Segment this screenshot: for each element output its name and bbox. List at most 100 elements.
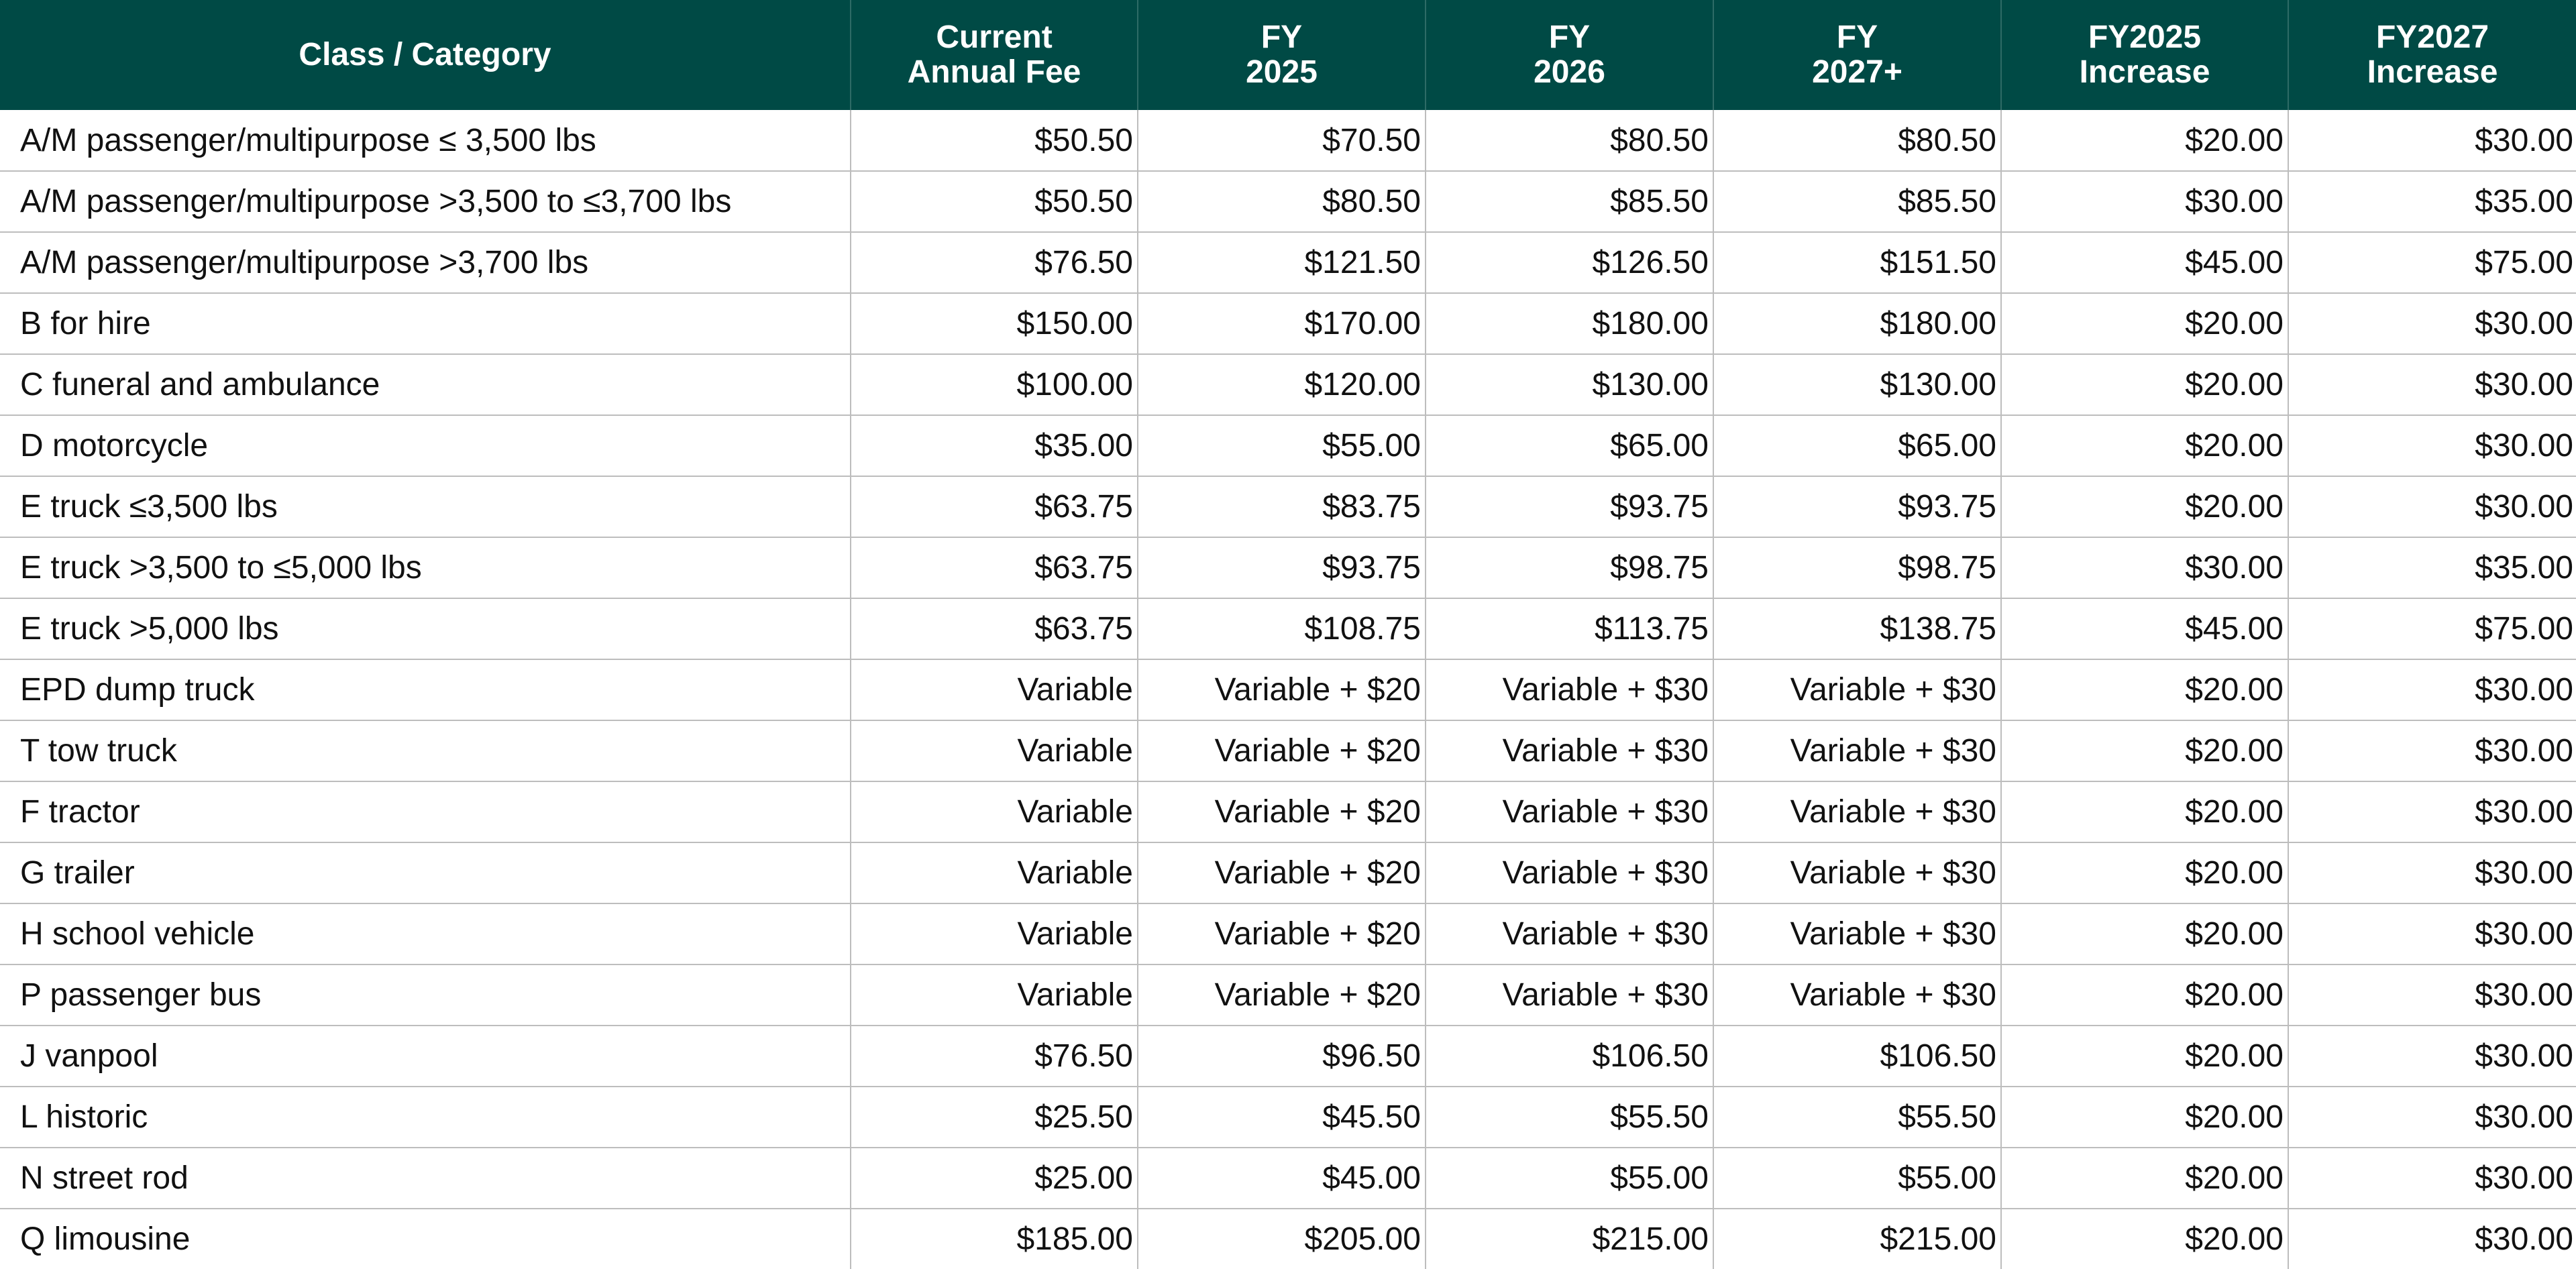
fy-2027-plus-cell: $85.50 [1713,171,2002,233]
fy-2025-cell: Variable + $20 [1138,964,1426,1026]
current-annual-fee-cell: Variable [851,720,1138,782]
class-category-cell: P passenger bus [0,964,851,1026]
fy2025-increase-cell: $20.00 [2001,354,2289,416]
fy2027-increase-cell: $75.00 [2288,232,2576,294]
fy2025-increase-cell: $20.00 [2001,1148,2289,1209]
fy-2027-plus-cell: $93.75 [1713,476,2002,538]
fy-2025-cell: $108.75 [1138,598,1426,660]
fy-2027-plus-cell: Variable + $30 [1713,720,2002,782]
fy2025-increase-cell: $20.00 [2001,1209,2289,1269]
header-row: Class / Category Current Annual Fee FY 2… [0,0,2576,110]
fy2027-increase-cell: $30.00 [2288,354,2576,416]
fy2025-increase-cell: $20.00 [2001,781,2289,843]
fy-2025-cell: Variable + $20 [1138,781,1426,843]
current-annual-fee-cell: Variable [851,659,1138,721]
current-annual-fee-cell: Variable [851,903,1138,965]
fy2025-increase-cell: $20.00 [2001,842,2289,904]
fy-2027-plus-cell: $55.50 [1713,1087,2002,1148]
fy2027-increase-cell: $30.00 [2288,476,2576,538]
class-category-cell: J vanpool [0,1026,851,1087]
fy-2025-cell: $96.50 [1138,1026,1426,1087]
current-annual-fee-cell: Variable [851,781,1138,843]
fy-2026-cell: Variable + $30 [1426,903,1714,965]
header-fy-2026: FY 2026 [1426,0,1714,110]
fy2027-increase-cell: $75.00 [2288,598,2576,660]
current-annual-fee-cell: Variable [851,842,1138,904]
fy-2026-cell: $85.50 [1426,171,1714,233]
table-row: EPD dump truck Variable Variable + $20 Vari… [0,659,2576,721]
fy-2026-cell: $126.50 [1426,232,1714,294]
class-category-cell: C funeral and ambulance [0,354,851,416]
table-row: B for hire $150.00 $170.00 $180.00 $180.00 $2… [0,293,2576,355]
fy-2026-cell: $55.00 [1426,1148,1714,1209]
fy2025-increase-cell: $20.00 [2001,415,2289,477]
fy-2026-cell: $55.50 [1426,1087,1714,1148]
fee-table: Class / Category Current Annual Fee FY 2… [0,0,2576,1269]
table-row: N street rod $25.00 $45.00 $55.00 $55.00 $20.… [0,1148,2576,1209]
fy-2026-cell: $130.00 [1426,354,1714,416]
fy-2027-plus-cell: Variable + $30 [1713,903,2002,965]
fy-2027-plus-cell: $80.50 [1713,110,2002,172]
header-fy2027-increase: FY2027 Increase [2288,0,2576,110]
fy2025-increase-cell: $20.00 [2001,1087,2289,1148]
class-category-cell: D motorcycle [0,415,851,477]
fy-2025-cell: $55.00 [1138,415,1426,477]
fy-2027-plus-cell: Variable + $30 [1713,659,2002,721]
fy2025-increase-cell: $30.00 [2001,171,2289,233]
current-annual-fee-cell: $150.00 [851,293,1138,355]
fy2025-increase-cell: $20.00 [2001,110,2289,172]
header-fy2025-increase: FY2025 Increase [2001,0,2289,110]
fy-2026-cell: $180.00 [1426,293,1714,355]
fy-2025-cell: $205.00 [1138,1209,1426,1269]
table-row: G trailer Variable Variable + $20 Variable … [0,842,2576,904]
fy-2027-plus-cell: Variable + $30 [1713,781,2002,843]
class-category-cell: A/M passenger/multipurpose >3,500 to ≤3,… [0,171,851,233]
current-annual-fee-cell: $50.50 [851,110,1138,172]
fy-2027-plus-cell: Variable + $30 [1713,842,2002,904]
current-annual-fee-cell: Variable [851,964,1138,1026]
class-category-cell: A/M passenger/multipurpose ≤ 3,500 lbs [0,110,851,172]
class-category-cell: Q limousine [0,1209,851,1269]
class-category-cell: H school vehicle [0,903,851,965]
table-row: E truck >3,500 to ≤5,000 lbs $63.75 $93.75… [0,537,2576,599]
fy-2025-cell: $121.50 [1138,232,1426,294]
fy2027-increase-cell: $30.00 [2288,781,2576,843]
fy-2027-plus-cell: Variable + $30 [1713,964,2002,1026]
fy-2026-cell: Variable + $30 [1426,964,1714,1026]
fy-2025-cell: $45.50 [1138,1087,1426,1148]
fy2025-increase-cell: $20.00 [2001,1026,2289,1087]
table-row: T tow truck Variable Variable + $20 Variabl… [0,720,2576,782]
fy-2026-cell: $80.50 [1426,110,1714,172]
fy-2027-plus-cell: $180.00 [1713,293,2002,355]
current-annual-fee-cell: $35.00 [851,415,1138,477]
class-category-cell: E truck >5,000 lbs [0,598,851,660]
fy-2025-cell: $83.75 [1138,476,1426,538]
fy2027-increase-cell: $30.00 [2288,659,2576,721]
fy2025-increase-cell: $20.00 [2001,293,2289,355]
current-annual-fee-cell: $25.50 [851,1087,1138,1148]
class-category-cell: T tow truck [0,720,851,782]
fy-2025-cell: $170.00 [1138,293,1426,355]
current-annual-fee-cell: $100.00 [851,354,1138,416]
fy2025-increase-cell: $45.00 [2001,232,2289,294]
fy2027-increase-cell: $35.00 [2288,171,2576,233]
fy-2025-cell: Variable + $20 [1138,903,1426,965]
table-row: D motorcycle $35.00 $55.00 $65.00 $65.00 $20.… [0,415,2576,477]
fy-2025-cell: $120.00 [1138,354,1426,416]
fy-2025-cell: $45.00 [1138,1148,1426,1209]
table-row: J vanpool $76.50 $96.50 $106.50 $106.50 $20.0… [0,1026,2576,1087]
fy-2027-plus-cell: $215.00 [1713,1209,2002,1269]
current-annual-fee-cell: $63.75 [851,476,1138,538]
fy2025-increase-cell: $20.00 [2001,964,2289,1026]
table-row: E truck >5,000 lbs $63.75 $108.75 $113.75 $1… [0,598,2576,660]
fy2025-increase-cell: $20.00 [2001,476,2289,538]
class-category-cell: A/M passenger/multipurpose >3,700 lbs [0,232,851,294]
fy-2025-cell: $80.50 [1138,171,1426,233]
current-annual-fee-cell: $185.00 [851,1209,1138,1269]
class-category-cell: EPD dump truck [0,659,851,721]
fy2027-increase-cell: $30.00 [2288,903,2576,965]
fy2027-increase-cell: $30.00 [2288,1026,2576,1087]
fy-2027-plus-cell: $138.75 [1713,598,2002,660]
class-category-cell: E truck ≤3,500 lbs [0,476,851,538]
class-category-cell: F tractor [0,781,851,843]
